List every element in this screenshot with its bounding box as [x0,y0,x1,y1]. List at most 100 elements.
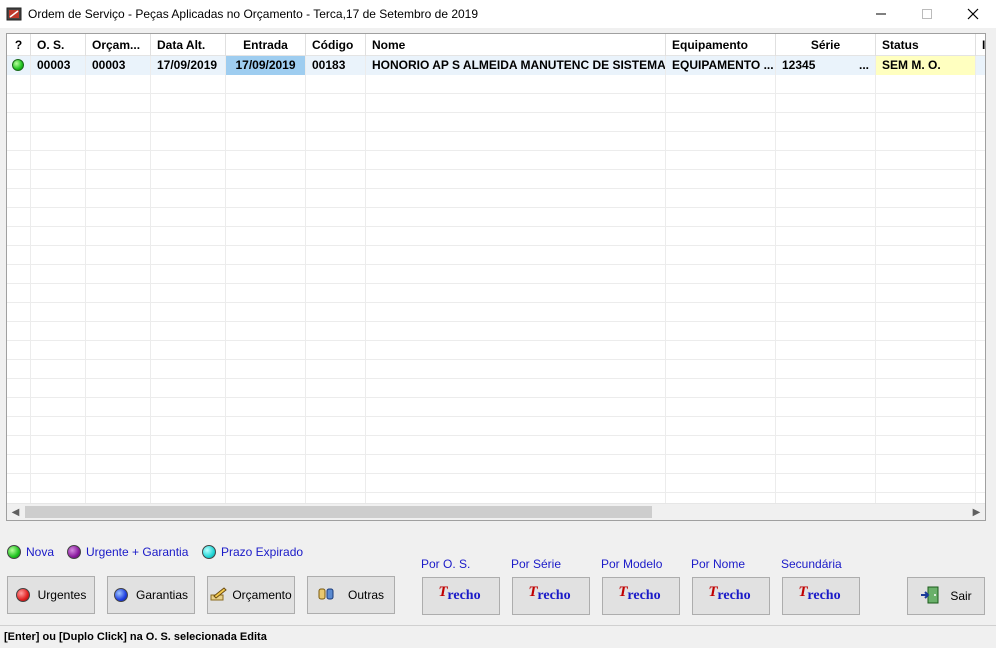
empty-cell [226,303,306,322]
empty-cell [976,265,985,284]
empty-cell [976,455,985,474]
empty-cell [976,94,985,113]
status-bar: [Enter] ou [Duplo Click] na O. S. seleci… [0,625,996,648]
maximize-button[interactable] [904,0,950,28]
col-status-text-header[interactable]: Status [876,34,976,56]
empty-cell [366,208,666,227]
empty-cell [226,379,306,398]
empty-cell [31,322,86,341]
empty-cell [306,113,366,132]
empty-cell [876,436,976,455]
row-serie-more: ... [858,58,869,72]
empty-cell [366,474,666,493]
col-equipamento-header[interactable]: Equipamento [666,34,776,56]
orcamento-button[interactable]: Orçamento [207,576,295,614]
scrollbar-thumb[interactable] [25,506,652,518]
garantias-button[interactable]: Garantias [107,576,195,614]
empty-cell [776,246,876,265]
empty-cell [86,436,151,455]
empty-cell [31,455,86,474]
trecho-os-text: recho [438,584,480,604]
empty-cell [666,322,776,341]
scroll-left-icon[interactable]: ◀ [7,504,24,520]
empty-cell [226,132,306,151]
table-row-empty [7,455,985,474]
sair-button[interactable]: Sair [907,577,985,615]
legend-prazo-expirado: Prazo Expirado [202,545,303,559]
empty-cell [306,322,366,341]
table-row[interactable]: 00003 00003 17/09/2019 17/09/2019 00183 … [7,56,985,75]
empty-cell [306,398,366,417]
trecho-por-serie-button[interactable]: recho [512,577,590,615]
empty-cell [151,94,226,113]
table-row-empty [7,284,985,303]
col-serie-header[interactable]: Série [776,34,876,56]
empty-cell [226,455,306,474]
empty-cell [876,94,976,113]
legend-urgente-garantia-label: Urgente + Garantia [86,545,189,559]
empty-cell [151,474,226,493]
empty-cell [7,189,31,208]
row-equipamento: EQUIPAMENTO ... [666,56,776,75]
close-button[interactable] [950,0,996,28]
empty-cell [776,151,876,170]
empty-cell [876,189,976,208]
empty-cell [226,341,306,360]
empty-cell [976,284,985,303]
horizontal-scrollbar[interactable]: ◀ ▶ [7,503,985,520]
empty-cell [666,455,776,474]
table-row-empty [7,417,985,436]
col-os-header[interactable]: O. S. [31,34,86,56]
outras-label: Outras [347,588,384,602]
cyan-dot-icon [202,545,216,559]
empty-cell [366,246,666,265]
col-codigo-header[interactable]: Código [306,34,366,56]
trecho-por-os-button[interactable]: recho [422,577,500,615]
empty-cell [226,474,306,493]
trecho-secundaria-button[interactable]: recho [782,577,860,615]
empty-cell [776,113,876,132]
empty-cell [666,132,776,151]
empty-cell [976,398,985,417]
empty-cell [306,436,366,455]
col-orcamento-header[interactable]: Orçam... [86,34,151,56]
orcamento-label: Orçamento [232,588,292,602]
orders-grid[interactable]: ? O. S. Orçam... Data Alt. Entrada Códig… [6,33,986,521]
empty-cell [976,208,985,227]
grid-header: ? O. S. Orçam... Data Alt. Entrada Códig… [7,34,985,56]
grid-body: 00003 00003 17/09/2019 17/09/2019 00183 … [7,56,985,512]
empty-cell [151,303,226,322]
row-serie-cell: 12345 ... [776,56,876,75]
empty-cell [7,265,31,284]
empty-cell [306,132,366,151]
empty-cell [666,208,776,227]
scroll-right-icon[interactable]: ▶ [968,504,985,520]
trecho-por-nome-button[interactable]: recho [692,577,770,615]
col-data-alt-header[interactable]: Data Alt. [151,34,226,56]
empty-cell [776,455,876,474]
green-dot-icon [7,545,21,559]
trecho-por-modelo-button[interactable]: recho [602,577,680,615]
empty-cell [151,208,226,227]
empty-cell [666,94,776,113]
col-status-header[interactable]: ? [7,34,31,56]
empty-cell [666,151,776,170]
row-orcamento: 00003 [86,56,151,75]
empty-cell [31,360,86,379]
urgentes-button[interactable]: Urgentes [7,576,95,614]
table-row-empty [7,113,985,132]
empty-cell [776,132,876,151]
empty-cell [226,189,306,208]
empty-cell [306,170,366,189]
col-entrada-header[interactable]: Entrada [226,34,306,56]
minimize-button[interactable] [858,0,904,28]
empty-cell [976,360,985,379]
title-bar: Ordem de Serviço - Peças Aplicadas no Or… [0,0,996,28]
outras-button[interactable]: Outras [307,576,395,614]
empty-cell [7,94,31,113]
trecho-secundaria-text: recho [798,584,840,604]
empty-cell [31,132,86,151]
empty-cell [666,265,776,284]
col-nome-header[interactable]: Nome [366,34,666,56]
col-extra-header[interactable]: I [976,34,985,56]
